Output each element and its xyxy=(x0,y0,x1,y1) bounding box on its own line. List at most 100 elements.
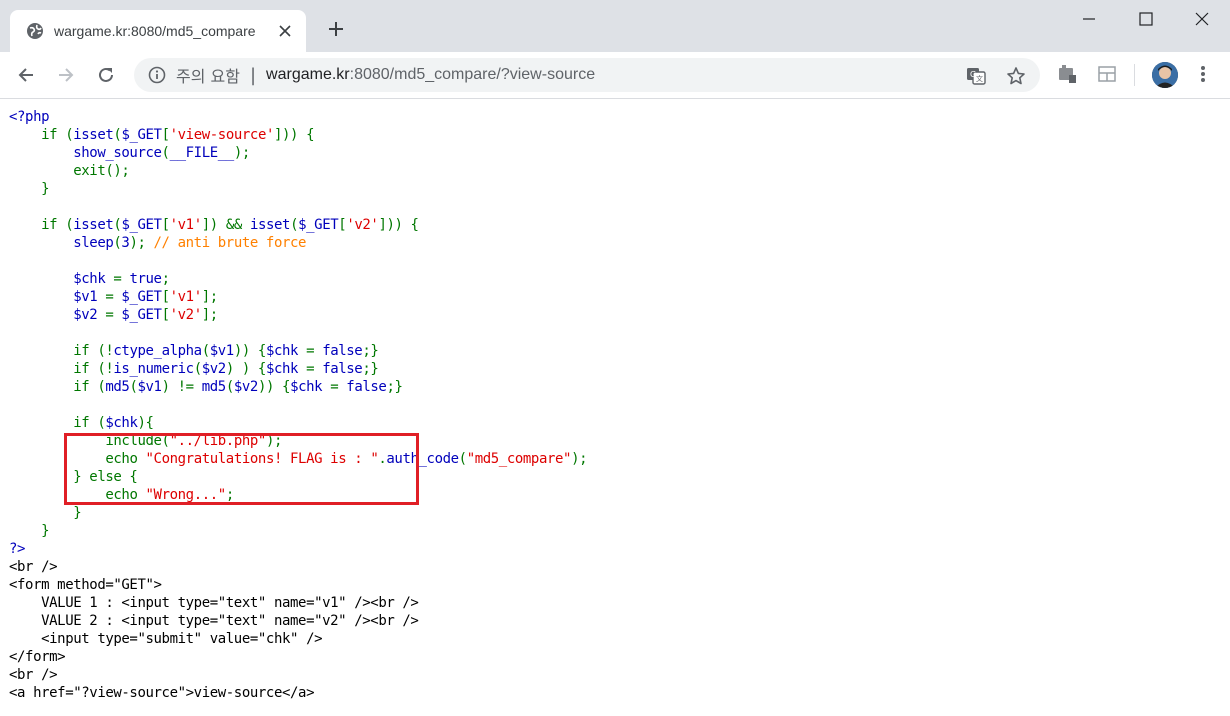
code-token: $v1 xyxy=(9,289,106,305)
code-line: if (md5($v1) != md5($v2)) {$chk = false;… xyxy=(9,378,587,396)
omnibox[interactable]: 주의 요함 | wargame.kr:8080/md5_compare/?vie… xyxy=(134,58,1040,92)
code-token: $v1 xyxy=(209,343,234,359)
code-token: ){ xyxy=(137,415,154,431)
code-token: [ xyxy=(161,127,170,143)
code-token: )) { xyxy=(257,379,291,395)
code-token: ctype_alpha xyxy=(113,343,202,359)
code-token: ]; xyxy=(201,307,218,323)
code-token: = xyxy=(105,307,122,323)
code-token: ); xyxy=(129,235,154,251)
minimize-icon[interactable] xyxy=(1078,8,1100,30)
code-line: VALUE 2 : <input type="text" name="v2" /… xyxy=(9,612,587,630)
close-icon[interactable] xyxy=(1191,8,1213,30)
code-token: $v1 xyxy=(137,379,162,395)
info-icon[interactable] xyxy=(148,66,166,84)
code-line: $v1 = $_GET['v1']; xyxy=(9,288,587,306)
code-token: } xyxy=(9,505,82,521)
browser-tab[interactable]: wargame.kr:8080/md5_compare xyxy=(10,10,306,52)
code-token: ]) && xyxy=(201,217,250,233)
code-token: </form> xyxy=(9,649,66,665)
code-token: $v2 xyxy=(201,361,226,377)
code-token: <br /> xyxy=(9,559,58,575)
code-line: } xyxy=(9,522,587,540)
code-token: ( xyxy=(458,451,467,467)
code-line: sleep(3); // anti brute force xyxy=(9,234,587,252)
toolbar-divider xyxy=(1134,64,1135,86)
code-token: ; xyxy=(161,271,170,287)
code-token: if ( xyxy=(73,415,106,431)
code-token: )) { xyxy=(233,343,267,359)
code-token: ;} xyxy=(386,379,403,395)
code-token: isset xyxy=(249,217,291,233)
code-token: isset xyxy=(73,127,114,143)
code-token: [ xyxy=(161,217,170,233)
arrow-left-icon[interactable] xyxy=(15,64,37,86)
code-token: ;} xyxy=(362,361,379,377)
code-token: ])) { xyxy=(378,217,419,233)
code-token: if ( xyxy=(73,379,106,395)
maximize-icon[interactable] xyxy=(1135,8,1157,30)
avatar[interactable] xyxy=(1152,62,1178,88)
code-line: <form method="GET"> xyxy=(9,576,587,594)
code-token: $v2 xyxy=(9,307,106,323)
star-icon[interactable] xyxy=(1006,66,1026,86)
code-token: is_numeric xyxy=(113,361,194,377)
url-host: wargame.kr xyxy=(266,66,350,83)
extension-icon[interactable] xyxy=(1056,63,1078,85)
code-line: $chk = true; xyxy=(9,270,587,288)
code-line: } xyxy=(9,180,587,198)
code-line: if ($chk){ xyxy=(9,414,587,432)
code-token: = xyxy=(330,379,347,395)
arrow-right-icon[interactable] xyxy=(55,64,77,86)
code-token: 'v1' xyxy=(169,289,203,305)
code-line: <a href="?view-source">view-source</a> xyxy=(9,684,587,702)
code-token: 'v2' xyxy=(346,217,379,233)
code-token: // anti brute force xyxy=(153,235,307,251)
globe-icon xyxy=(26,22,44,40)
highlight-box xyxy=(64,433,419,505)
code-token: <input type="submit" value="chk" /> xyxy=(9,631,323,647)
layout-icon[interactable] xyxy=(1096,63,1118,85)
tab-strip: wargame.kr:8080/md5_compare xyxy=(0,0,1230,52)
code-line: if (isset($_GET['view-source'])) { xyxy=(9,126,587,144)
plus-icon[interactable] xyxy=(325,18,347,40)
code-line: <input type="submit" value="chk" /> xyxy=(9,630,587,648)
reload-icon[interactable] xyxy=(95,64,117,86)
tab-title: wargame.kr:8080/md5_compare xyxy=(54,23,256,39)
code-token: ( xyxy=(290,217,299,233)
code-token: ( xyxy=(161,145,170,161)
code-token: md5 xyxy=(105,379,130,395)
code-token: 'view-source' xyxy=(169,127,275,143)
kebab-menu-icon[interactable] xyxy=(1192,63,1214,85)
code-line: <br /> xyxy=(9,558,587,576)
code-line: if (isset($_GET['v1']) && isset($_GET['v… xyxy=(9,216,587,234)
page-content: <?php if (isset($_GET['view-source'])) {… xyxy=(0,99,1230,716)
code-token: ?> xyxy=(9,541,26,557)
code-token: $_GET xyxy=(121,217,162,233)
close-icon[interactable] xyxy=(276,22,294,40)
code-token: ( xyxy=(193,361,202,377)
code-token: } xyxy=(9,181,50,197)
code-token: VALUE 1 : <input type="text" name="v1" /… xyxy=(9,595,419,611)
code-token: $_GET xyxy=(121,127,162,143)
code-token: ;} xyxy=(362,343,379,359)
code-line: show_source(__FILE__); xyxy=(9,144,587,162)
code-token: $chk xyxy=(290,379,331,395)
code-token: $_GET xyxy=(121,289,162,305)
translate-icon[interactable]: G文 xyxy=(966,66,986,86)
code-token: ( xyxy=(225,379,234,395)
code-token: false xyxy=(346,379,387,395)
code-line: $v2 = $_GET['v2']; xyxy=(9,306,587,324)
code-line: if (!ctype_alpha($v1)) {$chk = false;} xyxy=(9,342,587,360)
code-token: ) ) { xyxy=(225,361,267,377)
code-token: show_source xyxy=(9,145,162,161)
code-token: [ xyxy=(161,289,170,305)
